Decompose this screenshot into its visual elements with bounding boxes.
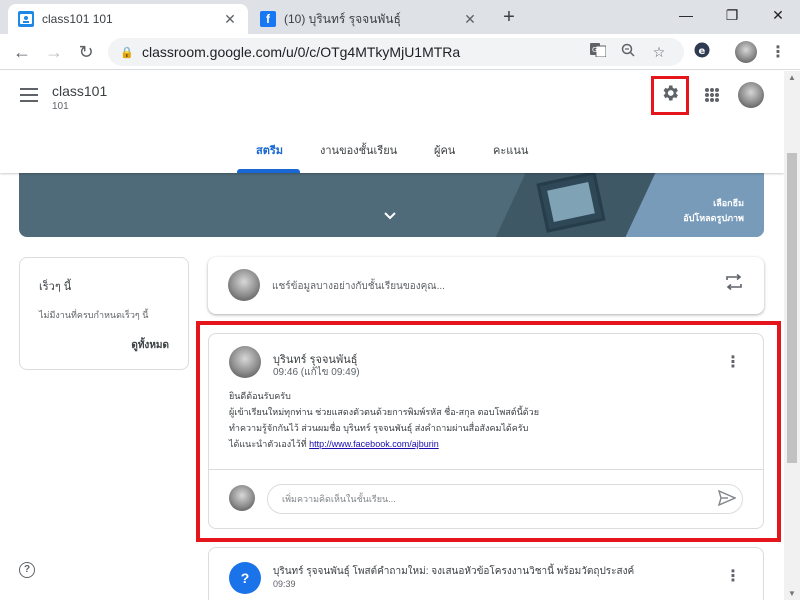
post-line-text: ได้แนะนำตัวเองไว้ที่ (229, 439, 310, 449)
post-timestamp: 09:46 (แก้ไข 09:49) (273, 367, 360, 378)
upload-photo-link[interactable]: อัปโหลดรูปภาพ (683, 211, 744, 225)
tab-classwork[interactable]: งานของชั้นเรียน (320, 141, 397, 159)
stream-content: เลือกธีม อัปโหลดรูปภาพ เร็วๆ นี้ ไม่มีงา… (0, 173, 784, 600)
browser-profile-avatar[interactable] (735, 41, 757, 63)
class-banner: เลือกธีม อัปโหลดรูปภาพ (19, 173, 764, 237)
apps-grid-icon[interactable] (705, 88, 719, 102)
page-scrollbar[interactable]: ▲ ▼ (784, 71, 800, 600)
class-section: 101 (52, 101, 69, 112)
share-box[interactable]: แชร์ข้อมูลบางอย่างกับชั้นเรียนของคุณ... (208, 257, 764, 314)
question-post-title[interactable]: บุรินทร์ รุจจนพันธุ์ โพสต์คำถามใหม่: จงเ… (273, 564, 634, 579)
reload-icon[interactable]: ↻ (74, 40, 98, 64)
tab-stream[interactable]: สตรีม (256, 141, 283, 159)
tab-people[interactable]: ผู้คน (434, 141, 455, 159)
classroom-header: class101 101 สตรีม งานของชั้นเรียน ผู้คน… (0, 71, 784, 173)
avatar (229, 346, 261, 378)
class-nav-tabs: สตรีม งานของชั้นเรียน ผู้คน คะแนน (0, 137, 784, 173)
browser-tab-strip: class101 101 ✕ f (10) บุรินทร์ รุจจนพันธ… (0, 0, 800, 34)
address-bar[interactable]: 🔒 classroom.google.com/u/0/c/OTg4MTkyMjU… (108, 38, 684, 66)
extension-icon[interactable]: e (692, 42, 712, 62)
back-arrow-icon[interactable]: ← (10, 40, 34, 64)
gear-icon[interactable] (660, 83, 680, 108)
scroll-up-icon[interactable]: ▲ (788, 73, 796, 82)
browser-tab-classroom[interactable]: class101 101 ✕ (8, 4, 248, 34)
translate-icon[interactable]: G (588, 42, 608, 62)
lock-icon: 🔒 (120, 46, 134, 59)
more-vert-icon[interactable]: ⋮ (725, 352, 741, 372)
facebook-link[interactable]: http://www.facebook.com/ajburin (309, 439, 439, 449)
url-text: classroom.google.com/u/0/c/OTg4MTkyMjU1M… (142, 44, 461, 60)
tab-title: (10) บุรินทร์ รุจจนพันธุ์ (284, 11, 401, 26)
account-avatar[interactable] (738, 82, 764, 108)
post-line: ผู้เข้าเรียนใหม่ทุกท่าน ช่วยแสดงตัวตนด้ว… (229, 407, 539, 417)
post-line: ยินดีต้อนรับครับ (229, 391, 291, 401)
scroll-thumb[interactable] (787, 153, 797, 463)
chevron-down-icon[interactable] (384, 209, 396, 221)
view-all-link[interactable]: ดูทั้งหมด (131, 338, 169, 353)
classroom-icon (18, 11, 34, 27)
question-icon: ? (229, 562, 261, 594)
new-tab-button[interactable]: + (498, 6, 520, 28)
help-icon[interactable]: ? (19, 562, 35, 578)
star-icon[interactable]: ☆ (649, 42, 669, 62)
svg-text:G: G (592, 46, 597, 54)
zoom-icon[interactable] (618, 42, 638, 62)
question-post-time: 09:39 (273, 579, 296, 589)
question-post[interactable]: ? บุรินทร์ รุจจนพันธุ์ โพสต์คำถามใหม่: จ… (208, 547, 764, 600)
class-name: class101 (52, 83, 108, 99)
announcement-post: บุรินทร์ รุจจนพันธุ์ 09:46 (แก้ไข 09:49)… (208, 333, 764, 529)
active-tab-indicator (237, 169, 300, 173)
divider (209, 469, 763, 470)
send-icon[interactable] (717, 489, 737, 511)
svg-text:e: e (699, 46, 706, 57)
avatar (228, 269, 260, 301)
settings-highlight (651, 76, 689, 115)
select-theme-link[interactable]: เลือกธีม (713, 196, 744, 210)
browser-toolbar: ← → ↻ 🔒 classroom.google.com/u/0/c/OTg4M… (0, 34, 800, 70)
upcoming-card: เร็วๆ นี้ ไม่มีงานที่ครบกำหนดเร็วๆ นี้ ด… (19, 257, 189, 370)
post-line: ทำความรู้จักกันไว้ ส่วนผมชื่อ บุรินทร์ ร… (229, 423, 529, 433)
close-icon[interactable]: ✕ (222, 11, 238, 28)
window-close-button[interactable]: ✕ (756, 0, 800, 30)
share-placeholder: แชร์ข้อมูลบางอย่างกับชั้นเรียนของคุณ... (272, 281, 445, 292)
tab-grades[interactable]: คะแนน (493, 141, 528, 159)
post-line: ได้แนะนำตัวเองไว้ที่ http://www.facebook… (229, 436, 539, 452)
hamburger-menu-icon[interactable] (20, 88, 38, 102)
forward-arrow-icon[interactable]: → (42, 40, 66, 64)
tab-title: class101 101 (42, 12, 113, 26)
class-comment-input[interactable]: เพิ่มความคิดเห็นในชั้นเรียน... (267, 484, 743, 514)
avatar (229, 485, 255, 511)
upcoming-empty-text: ไม่มีงานที่ครบกำหนดเร็วๆ นี้ (39, 310, 149, 320)
post-body: ยินดีต้อนรับครับ ผู้เข้าเรียนใหม่ทุกท่าน… (229, 388, 539, 452)
restore-button[interactable]: ❐ (710, 0, 754, 30)
facebook-icon: f (260, 11, 276, 27)
scroll-down-icon[interactable]: ▼ (788, 589, 796, 598)
more-vert-icon[interactable]: ⋮ (725, 566, 741, 586)
browser-tab-facebook[interactable]: f (10) บุรินทร์ รุจจนพันธุ์ ✕ (250, 4, 488, 34)
close-icon[interactable]: ✕ (462, 11, 478, 28)
browser-menu-icon[interactable]: ⋮ (768, 42, 788, 62)
minimize-button[interactable]: — (664, 0, 708, 30)
upcoming-title: เร็วๆ นี้ (39, 281, 72, 293)
repost-icon[interactable] (725, 273, 743, 295)
